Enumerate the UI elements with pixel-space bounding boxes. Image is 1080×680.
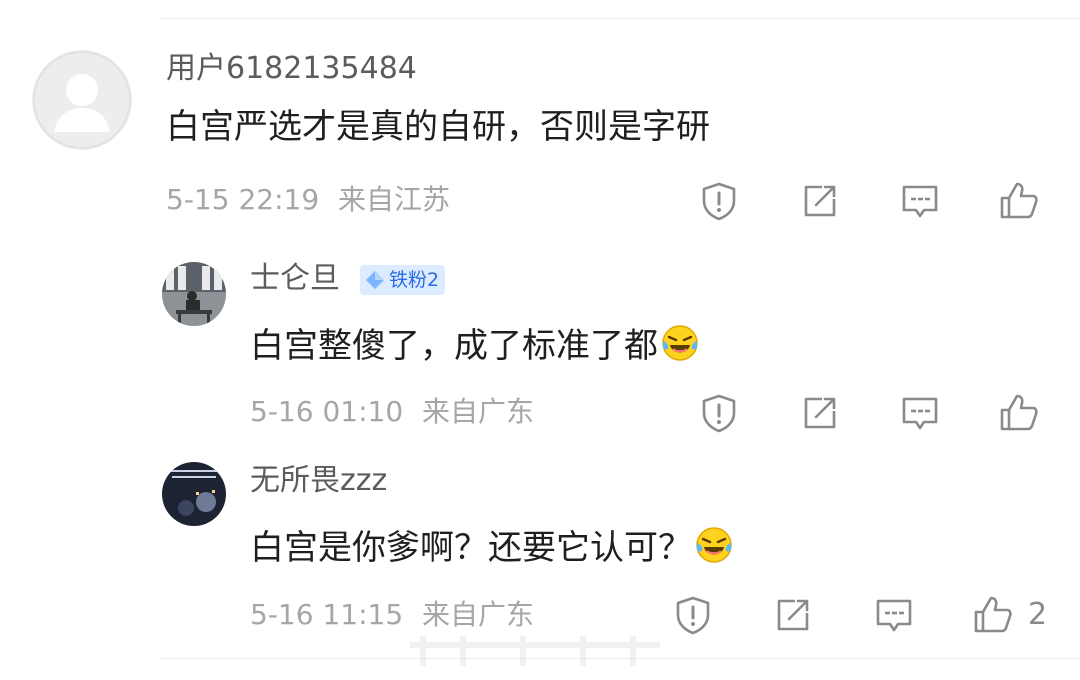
thumbs-up-icon [1000, 394, 1038, 431]
share-icon [804, 397, 836, 429]
comment-icon [876, 599, 912, 632]
like-button[interactable] [997, 391, 1041, 435]
reply-text: 白宫是你爹啊？还要它认可？ [250, 525, 734, 565]
comment-icon [902, 397, 938, 430]
diamond-icon [366, 271, 384, 289]
reply-username[interactable]: 无所畏zzz [250, 466, 387, 496]
thumbs-up-icon [974, 596, 1012, 633]
reply-username[interactable]: 士仑旦 [250, 264, 340, 294]
reply-time: 5-16 11:15 [250, 598, 404, 631]
like-button[interactable] [997, 179, 1041, 223]
top-divider [160, 18, 1080, 19]
share-icon [804, 185, 836, 217]
thumbs-up-icon [1000, 182, 1038, 219]
comment-icon [902, 185, 938, 218]
comment-meta: 5-15 22:19 来自江苏 [166, 186, 450, 214]
shield-alert-icon [702, 394, 736, 433]
comment-username[interactable]: 用户6182135484 [166, 54, 417, 84]
shield-alert-icon [702, 182, 736, 221]
avatar-image [162, 262, 226, 326]
avatar-wusuowei[interactable] [162, 462, 226, 526]
laughing-tears-emoji [696, 527, 732, 563]
share-button[interactable] [771, 593, 815, 637]
reply-text: 白宫整傻了，成了标准了都 [250, 323, 700, 363]
avatar-shilundan[interactable] [162, 262, 226, 326]
like-count: 2 [1028, 597, 1048, 632]
reply-location: 来自广东 [422, 598, 535, 631]
reply-button[interactable] [872, 593, 916, 637]
watermark-graphic [410, 636, 660, 666]
reply-text-body: 白宫是你爹啊？还要它认可？ [250, 528, 692, 568]
reply-meta: 5-16 01:10 来自广东 [250, 398, 534, 426]
reply-button[interactable] [898, 179, 942, 223]
reply-time: 5-16 01:10 [250, 395, 404, 428]
reply-meta: 5-16 11:15 来自广东 [250, 601, 534, 629]
comment-location: 来自江苏 [338, 183, 451, 216]
report-button[interactable] [697, 391, 741, 435]
like-button[interactable] [971, 593, 1015, 637]
report-button[interactable] [671, 593, 715, 637]
fan-badge: 铁粉2 [360, 265, 446, 295]
fan-badge-label: 铁粉2 [389, 268, 440, 291]
avatar-default[interactable] [32, 50, 132, 150]
share-button[interactable] [798, 179, 842, 223]
avatar-image [162, 462, 226, 526]
share-icon [777, 599, 809, 631]
reply-text-body: 白宫整傻了，成了标准了都 [250, 326, 658, 366]
reply-location: 来自广东 [422, 395, 535, 428]
comment-time: 5-15 22:19 [166, 183, 320, 216]
shield-alert-icon [676, 596, 710, 635]
share-button[interactable] [798, 391, 842, 435]
reply-button[interactable] [898, 391, 942, 435]
laughing-tears-emoji [662, 325, 698, 361]
comment-text: 白宫严选才是真的自研，否则是字研 [166, 107, 710, 147]
default-user-icon [33, 51, 131, 149]
report-button[interactable] [697, 179, 741, 223]
